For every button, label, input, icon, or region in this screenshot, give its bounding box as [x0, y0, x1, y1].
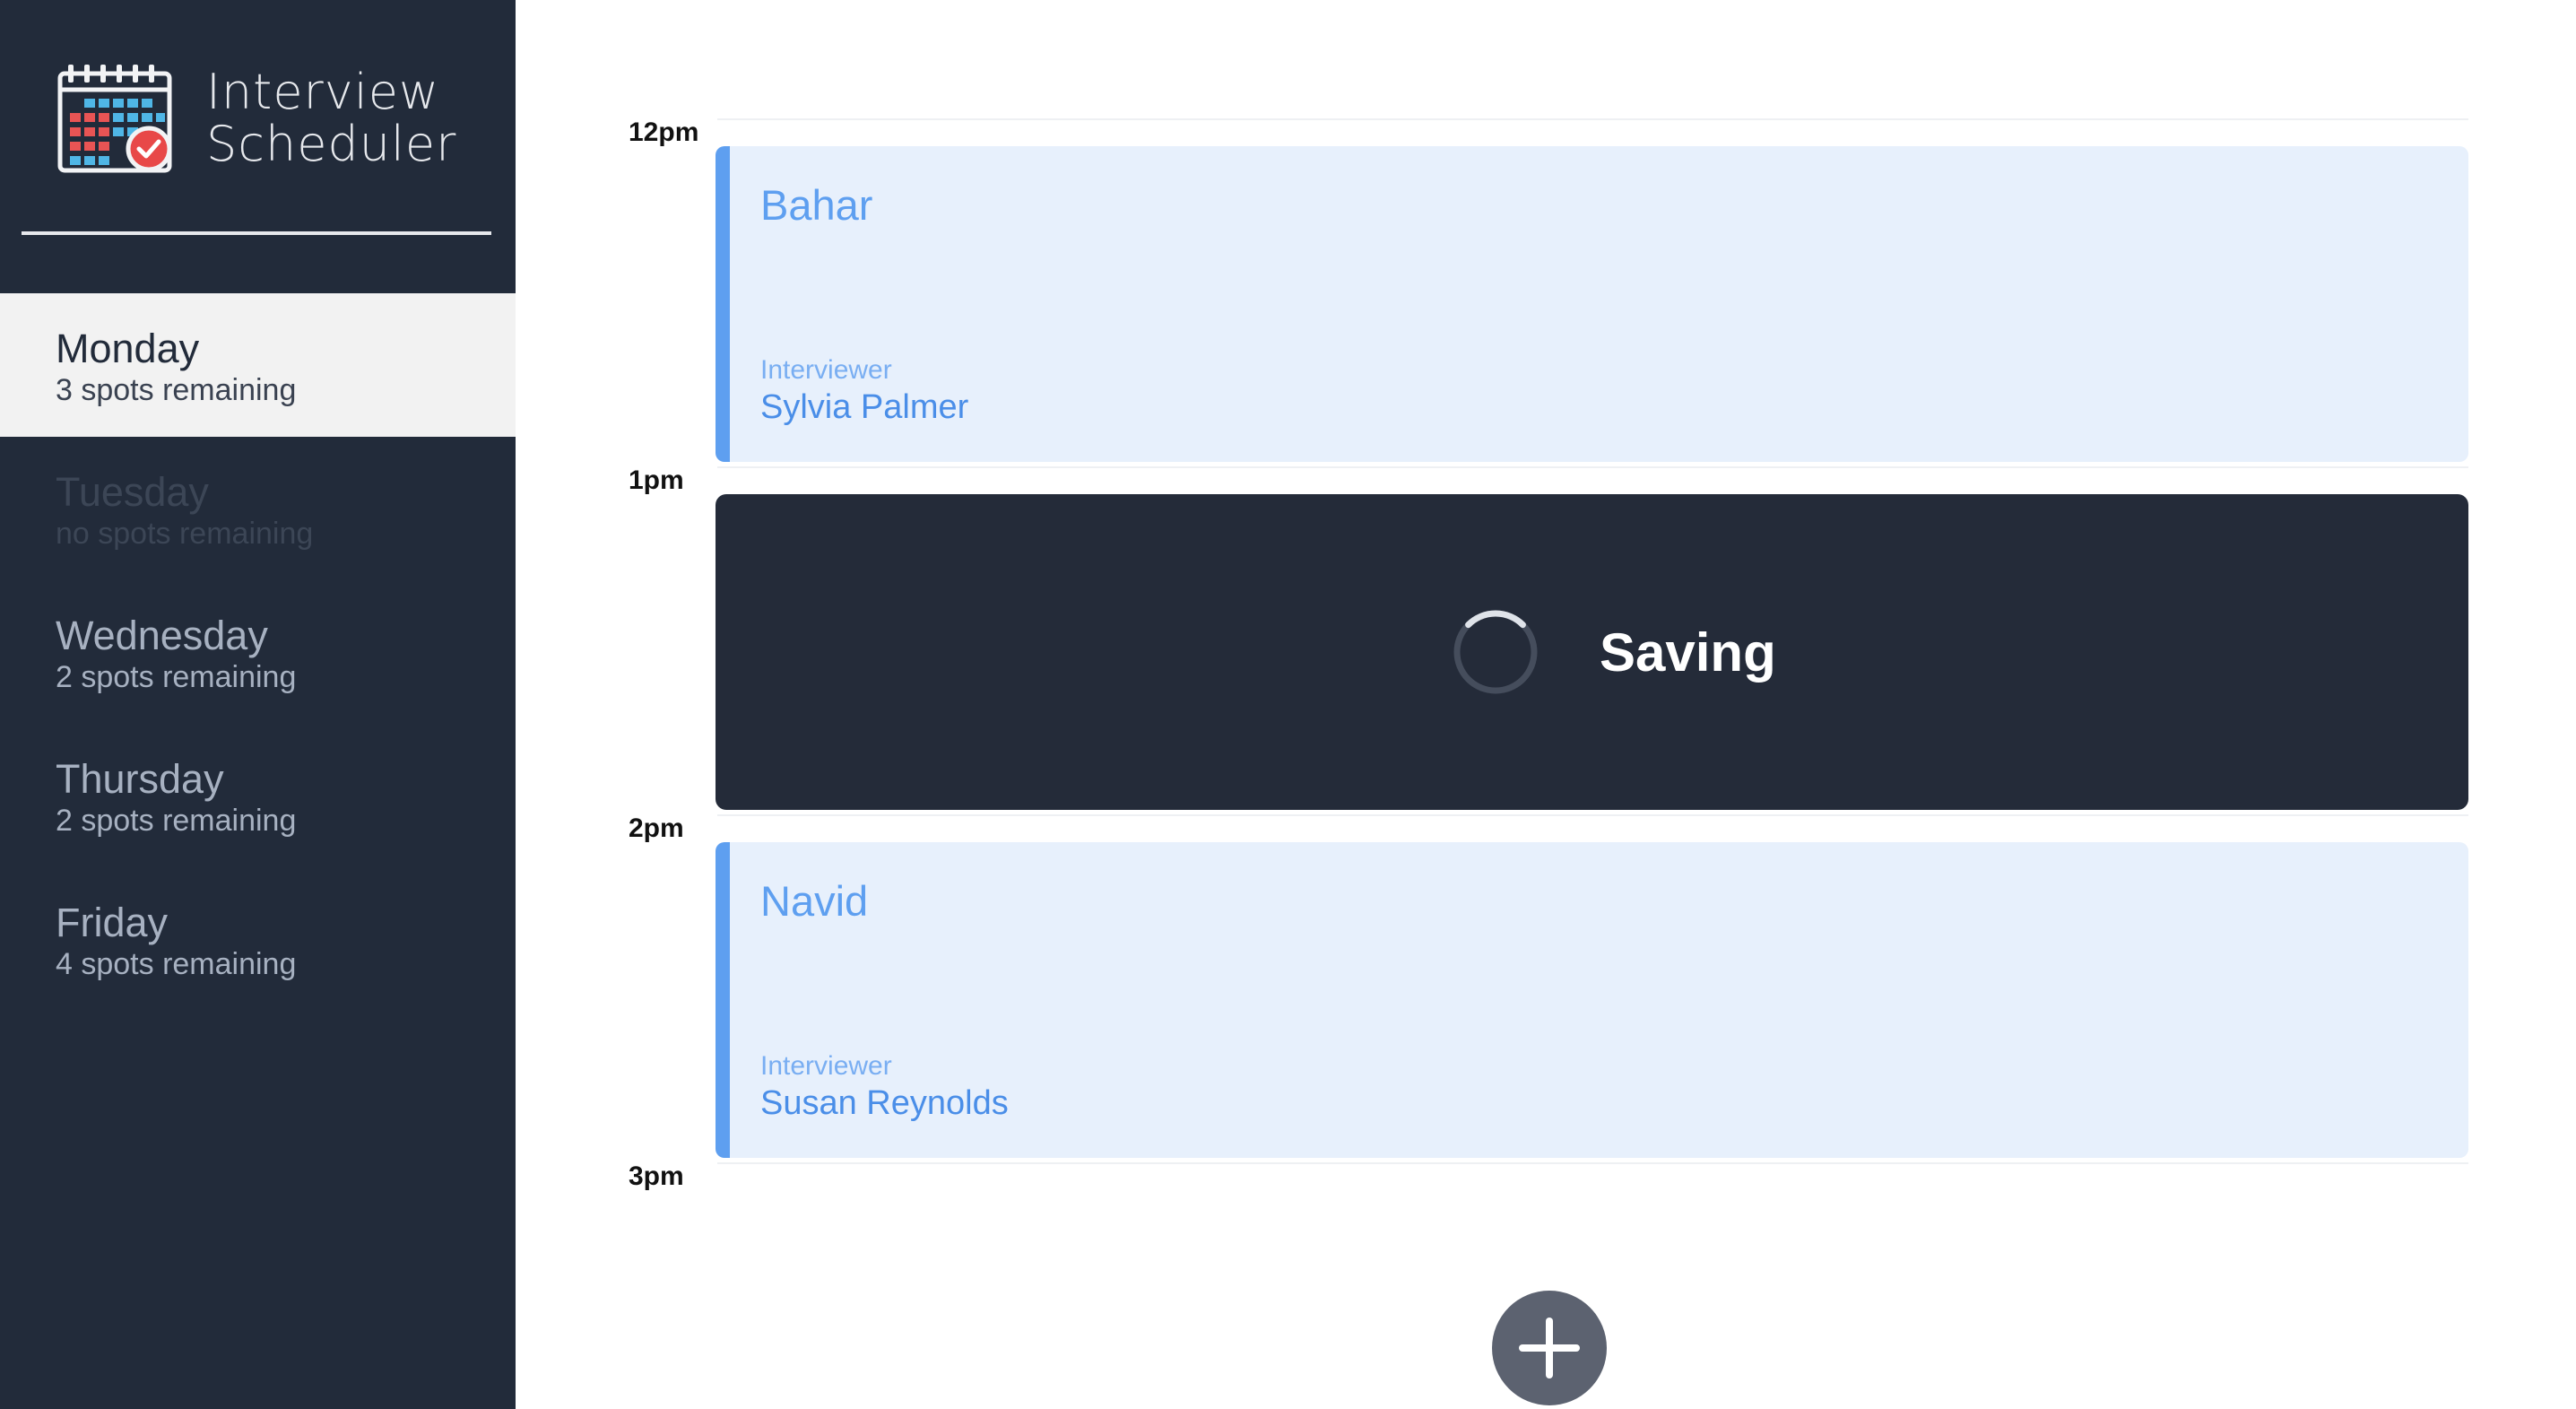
day-item-thursday[interactable]: Thursday 2 spots remaining [0, 724, 516, 867]
day-item-tuesday[interactable]: Tuesday no spots remaining [0, 437, 516, 580]
interviewer-name: Sylvia Palmer [760, 388, 969, 426]
time-slot-1pm: 1pm [516, 463, 2576, 499]
day-list: Monday 3 spots remaining Tuesday no spot… [0, 293, 516, 1011]
time-divider [717, 814, 2468, 816]
student-name: Navid [760, 877, 869, 925]
saving-text: Saving [1600, 622, 1776, 683]
day-spots: 2 spots remaining [56, 660, 297, 694]
day-spots: 4 spots remaining [56, 947, 297, 981]
calendar-check-icon [57, 65, 172, 173]
app-title-line1: Interview [206, 64, 440, 120]
sidebar: Interview Scheduler Monday 3 spots remai… [0, 0, 516, 1409]
add-appointment-button[interactable] [1492, 1291, 1607, 1405]
interviewer-label: Interviewer [760, 355, 892, 385]
app-title-line2: Scheduler [206, 116, 457, 172]
day-spots: 3 spots remaining [56, 373, 297, 407]
day-spots: no spots remaining [56, 517, 314, 551]
appointment-card[interactable]: Navid Interviewer Susan Reynolds [716, 842, 2468, 1158]
plus-icon [1519, 1318, 1580, 1379]
sidebar-divider [22, 231, 491, 235]
time-label: 1pm [629, 465, 684, 495]
time-slot-12pm: 12pm [516, 115, 2576, 151]
schedule: 12pm 1pm 2pm 3pm Bahar Interviewer Sylvi… [516, 0, 2576, 1409]
appointment-card[interactable]: Bahar Interviewer Sylvia Palmer [716, 146, 2468, 462]
day-name: Thursday [56, 756, 224, 802]
day-name: Friday [56, 900, 169, 945]
day-item-friday[interactable]: Friday 4 spots remaining [0, 867, 516, 1011]
student-name: Bahar [760, 181, 873, 229]
time-label: 3pm [629, 1161, 684, 1191]
brand: Interview Scheduler [57, 63, 456, 174]
time-slot-3pm: 3pm [516, 1159, 2576, 1195]
time-divider [717, 466, 2468, 468]
interviewer-name: Susan Reynolds [760, 1084, 1009, 1122]
time-slot-2pm: 2pm [516, 811, 2576, 847]
app-title: Interview Scheduler [206, 66, 456, 170]
time-divider [717, 118, 2468, 120]
saving-status: Saving [716, 494, 2468, 810]
day-name: Monday [56, 326, 200, 371]
interviewer-label: Interviewer [760, 1051, 892, 1081]
day-item-wednesday[interactable]: Wednesday 2 spots remaining [0, 580, 516, 724]
time-divider [717, 1162, 2468, 1164]
time-label: 2pm [629, 813, 684, 843]
day-name: Tuesday [56, 469, 209, 515]
day-name: Wednesday [56, 613, 268, 658]
time-label: 12pm [629, 117, 699, 147]
day-spots: 2 spots remaining [56, 804, 297, 838]
spinner-icon [1453, 610, 1538, 694]
day-item-monday[interactable]: Monday 3 spots remaining [0, 293, 516, 437]
